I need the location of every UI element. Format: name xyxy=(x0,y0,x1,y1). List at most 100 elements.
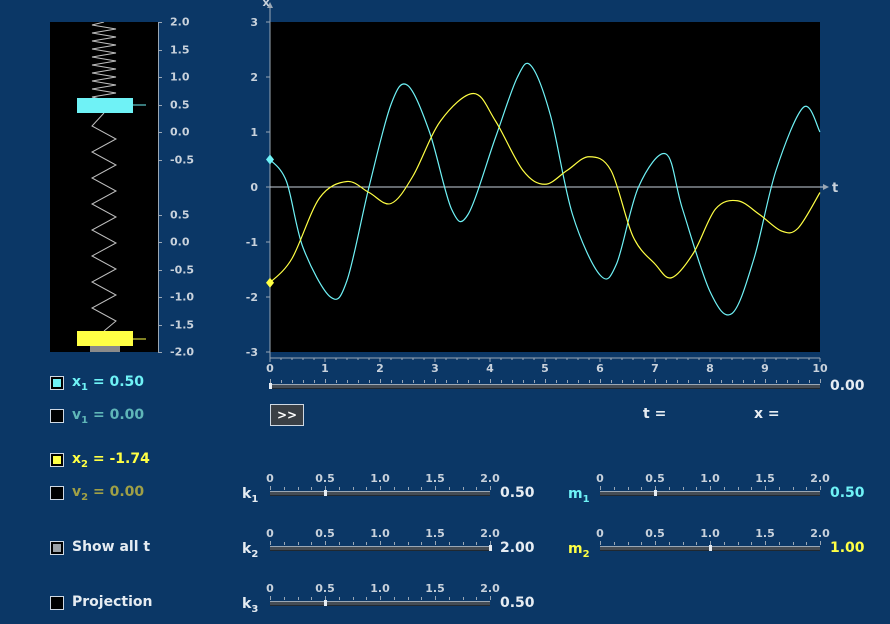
slider-k1-thumb[interactable] xyxy=(324,490,327,496)
time-slider-tick xyxy=(325,379,326,383)
upper-spring xyxy=(91,21,117,101)
slider-m2-tick-label: 2.0 xyxy=(810,527,830,540)
slider-k1-tick xyxy=(352,487,354,490)
slider-m1-tick xyxy=(751,487,753,490)
time-slider-tick xyxy=(314,380,315,383)
x-tick-label: 8 xyxy=(706,362,714,375)
slider-k2-tick xyxy=(283,542,285,545)
time-slider-tick xyxy=(765,379,766,383)
time-slider-tick xyxy=(380,379,381,383)
time-slider-tick xyxy=(721,380,722,383)
slider-k2-label: k2 xyxy=(242,541,258,560)
lower-spring xyxy=(90,112,118,332)
slider-k3-tick-label: 1.0 xyxy=(370,582,390,595)
x2-checkbox[interactable] xyxy=(50,453,64,467)
x1-label: x1 = 0.50 xyxy=(72,374,145,393)
time-slider-tick xyxy=(358,380,359,383)
slider-m2-tick xyxy=(641,542,643,545)
spring-scale-tick xyxy=(158,325,162,326)
projection-checkbox[interactable] xyxy=(50,596,64,610)
spring-scale-tick xyxy=(158,132,162,133)
slider-k1-tick xyxy=(380,486,381,490)
time-slider-tick xyxy=(776,380,777,383)
slider-k1-value: 0.50 xyxy=(500,485,535,501)
slider-m2-tick xyxy=(806,542,808,545)
slider-k1-tick-label: 0 xyxy=(266,472,274,485)
slider-k3-tick xyxy=(338,597,340,600)
projection-label: Projection xyxy=(72,594,153,610)
mass-2[interactable] xyxy=(77,331,133,346)
slider-k1-tick-label: 1.0 xyxy=(370,472,390,485)
slider-k2-tick xyxy=(476,542,478,545)
slider-k2-tick xyxy=(270,541,271,545)
slider-k3-tick xyxy=(462,597,464,600)
slider-k1-track[interactable] xyxy=(270,491,490,496)
slider-m2-tick xyxy=(613,542,615,545)
slider-k3-tick xyxy=(270,596,271,600)
slider-k3-tick xyxy=(283,597,285,600)
time-slider-tick xyxy=(798,380,799,383)
y-tick-label: 3 xyxy=(250,16,258,29)
slider-m2-tick xyxy=(737,542,739,545)
slider-m1-track[interactable] xyxy=(600,491,820,496)
slider-k1-tick xyxy=(270,486,271,490)
spring-visualization xyxy=(50,21,158,352)
slider-m1-tick xyxy=(723,487,725,490)
slider-m2-tick xyxy=(751,542,753,545)
time-slider-tick xyxy=(490,379,491,383)
slider-k1-tick xyxy=(366,487,368,490)
x1-checkbox[interactable] xyxy=(50,376,64,390)
show-all-t-label: Show all t xyxy=(72,539,151,555)
time-slider-tick xyxy=(303,380,304,383)
slider-m2-tick xyxy=(723,542,725,545)
time-slider-tick xyxy=(743,380,744,383)
slider-m1-tick xyxy=(627,487,629,490)
spring-scale-tick xyxy=(158,22,162,23)
x-tick-label: 2 xyxy=(376,362,384,375)
time-slider-tick xyxy=(787,380,788,383)
v2-checkbox[interactable] xyxy=(50,486,64,500)
slider-k1-tick xyxy=(297,487,299,490)
slider-k3-tick xyxy=(490,596,491,600)
slider-k3-tick xyxy=(393,597,395,600)
time-slider-tick xyxy=(424,380,425,383)
slider-k3-track[interactable] xyxy=(270,601,490,606)
time-slider-tick xyxy=(435,379,436,383)
slider-k3-subscript: 3 xyxy=(251,603,259,615)
slider-k3-thumb[interactable] xyxy=(324,600,327,606)
time-slider-tick xyxy=(809,380,810,383)
slider-k2-track[interactable] xyxy=(270,546,490,551)
time-slider-tick xyxy=(567,380,568,383)
slider-k1-tick xyxy=(393,487,395,490)
slider-k2-tick xyxy=(311,542,313,545)
mass-1[interactable] xyxy=(77,98,133,113)
slider-k1-label: k1 xyxy=(242,486,258,505)
time-slider-tick xyxy=(369,380,370,383)
spring-scale-label: 0.5 xyxy=(170,208,190,222)
spring-scale-axis xyxy=(158,22,159,352)
slider-k2-tick xyxy=(435,541,436,545)
time-slider-tick xyxy=(600,379,601,383)
x-tick-label: 3 xyxy=(431,362,439,375)
time-slider-tick xyxy=(457,380,458,383)
time-slider-thumb[interactable] xyxy=(269,383,272,389)
slider-m1-tick-label: 1.0 xyxy=(700,472,720,485)
slider-m2-thumb[interactable] xyxy=(709,545,712,551)
slider-m1-tick xyxy=(682,487,684,490)
slider-k3-label: k3 xyxy=(242,596,258,615)
x-axis-arrow xyxy=(823,184,829,190)
play-button[interactable]: >> xyxy=(270,404,304,426)
show-all-t-checkbox[interactable] xyxy=(50,541,64,555)
time-slider-track[interactable] xyxy=(270,384,820,389)
v1-checkbox[interactable] xyxy=(50,409,64,423)
slider-k3-symbol: k xyxy=(242,596,252,612)
slider-k2-symbol: k xyxy=(242,541,252,557)
slider-k2-tick-label: 0.5 xyxy=(315,527,335,540)
slider-k2-tick-label: 0 xyxy=(266,527,274,540)
slider-m1-tick-label: 0.5 xyxy=(645,472,665,485)
slider-m1-thumb[interactable] xyxy=(654,490,657,496)
slider-k3-tick xyxy=(380,596,381,600)
slider-m1-tick-label: 0 xyxy=(596,472,604,485)
time-slider-tick xyxy=(666,380,667,383)
slider-k2-thumb[interactable] xyxy=(489,545,492,551)
